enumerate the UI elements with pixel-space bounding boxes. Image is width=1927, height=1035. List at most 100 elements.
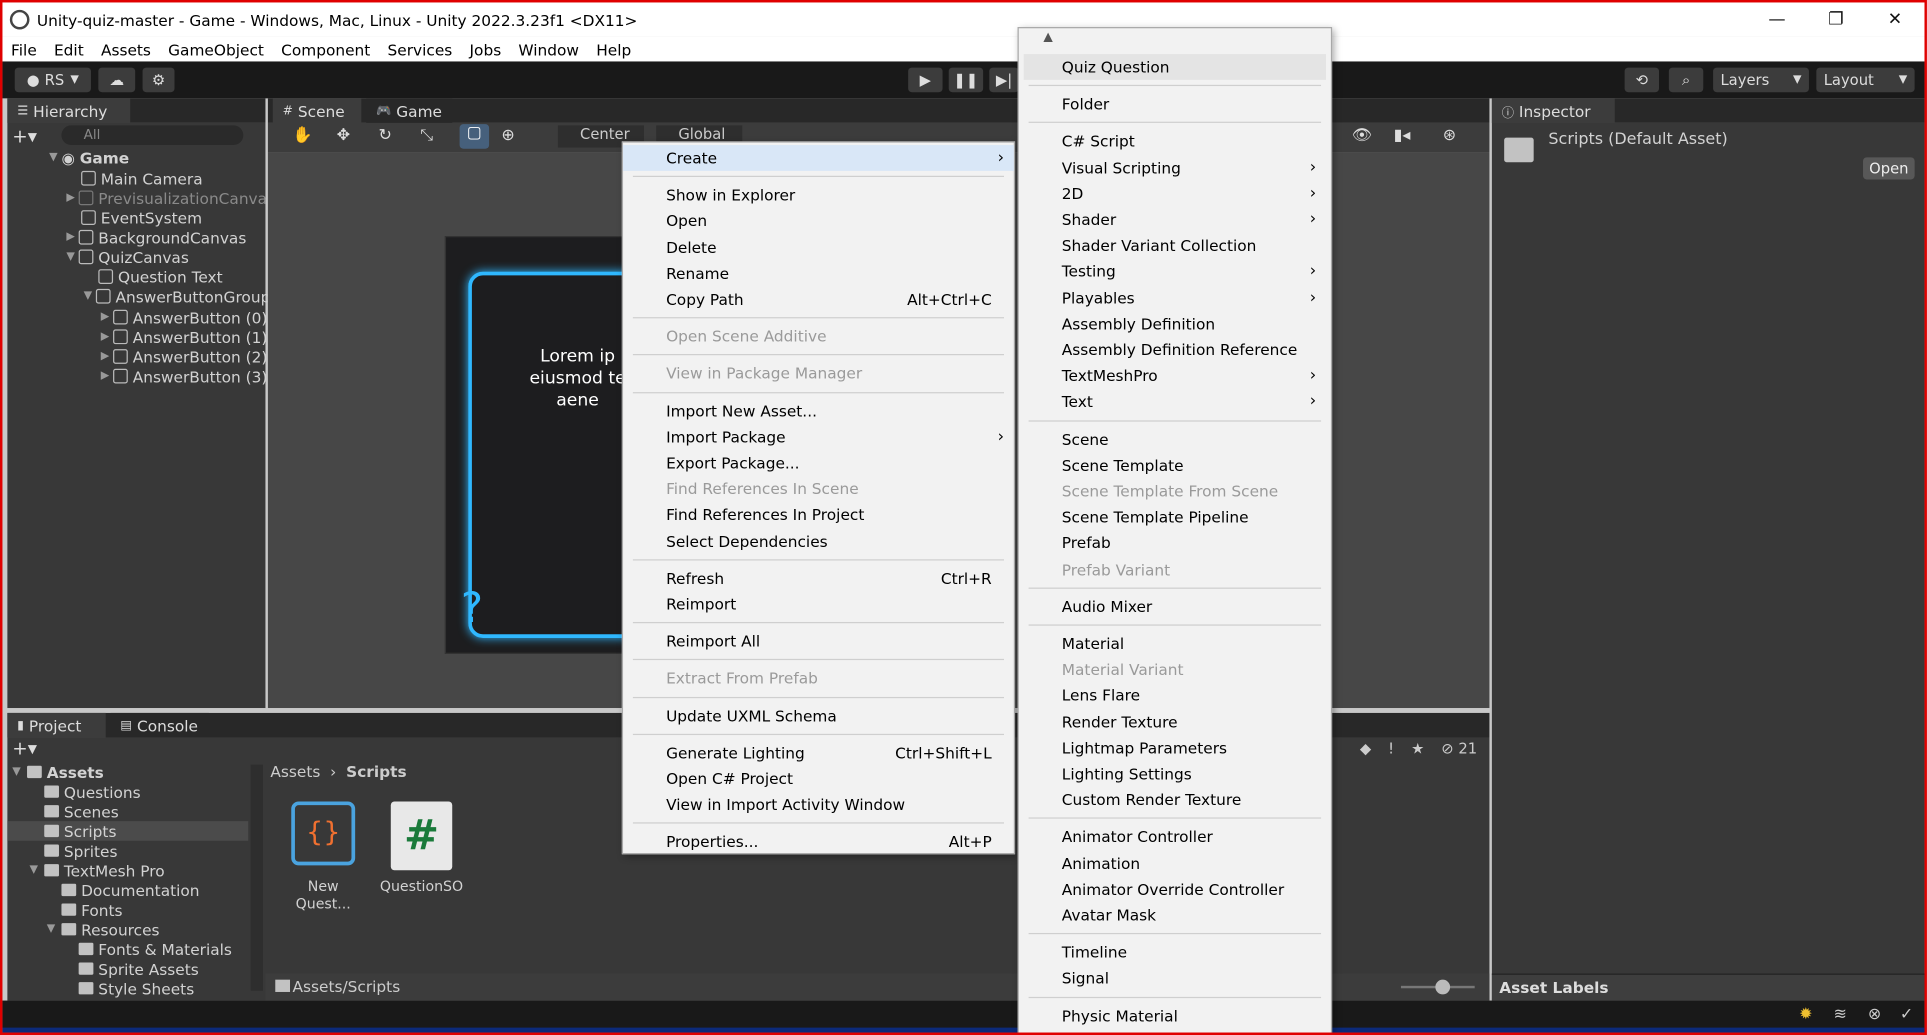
tab-inspector[interactable]: ⓘ Inspector [1491, 98, 1615, 123]
context-menu-item-show-in-explorer[interactable]: Show in Explorer [623, 182, 1014, 208]
history-icon[interactable]: ⟲ [1624, 67, 1660, 93]
project-tree-item[interactable]: ▼ Resources [47, 919, 160, 939]
create-menu-item-testing[interactable]: Testing › [1019, 259, 1331, 285]
layers-dropdown[interactable]: Layers ▼ [1713, 67, 1809, 93]
create-menu-item-scene[interactable]: Scene [1019, 426, 1331, 452]
hierarchy-item[interactable]: ▼ QuizCanvas [66, 247, 189, 267]
expand-arrow-icon[interactable]: ▼ [66, 251, 78, 263]
account-dropdown[interactable]: ● RS ▼ [14, 67, 91, 93]
create-menu-item-lighting-settings[interactable]: Lighting Settings [1019, 761, 1331, 787]
create-menu-item-scene-template-pipeline[interactable]: Scene Template Pipeline [1019, 504, 1331, 530]
camera-icon[interactable]: ▮◂ [1394, 127, 1411, 145]
create-menu-item-animator-override-controller[interactable]: Animator Override Controller [1019, 876, 1331, 902]
expand-arrow-icon[interactable]: ▶ [101, 331, 113, 343]
menu-jobs[interactable]: Jobs [461, 40, 510, 58]
hand-tool-icon[interactable]: ✋ [292, 127, 312, 145]
create-menu-item-avatar-mask[interactable]: Avatar Mask [1019, 902, 1331, 928]
play-button[interactable]: ▶ [908, 67, 943, 93]
hierarchy-item[interactable]: ▶ AnswerButton (3) [101, 366, 268, 386]
checkmark-icon[interactable]: ✓ [1900, 1005, 1913, 1023]
create-menu-item-audio-mixer[interactable]: Audio Mixer [1019, 593, 1331, 619]
collab-icon[interactable]: ⚙ [142, 67, 175, 93]
project-tree-item[interactable]: ▼ Assets [12, 762, 103, 782]
create-menu-item-render-texture[interactable]: Render Texture [1019, 709, 1331, 735]
context-menu-item-copy-path[interactable]: Copy Path Alt+Ctrl+C [623, 286, 1014, 312]
project-tree-item-selected[interactable]: Scripts [7, 821, 249, 841]
context-menu-item-open-c-project[interactable]: Open C# Project [623, 766, 1014, 792]
create-menu-item-animator-controller[interactable]: Animator Controller [1019, 824, 1331, 850]
project-tree-item[interactable]: Documentation [61, 880, 200, 900]
expand-arrow-icon[interactable]: ▶ [66, 231, 78, 243]
context-menu-item-import-package[interactable]: Import Package › [623, 424, 1014, 450]
menu-help[interactable]: Help [588, 40, 640, 58]
create-menu-item-physic-material[interactable]: Physic Material [1019, 1003, 1331, 1029]
create-menu-item-textmeshpro[interactable]: TextMeshPro › [1019, 363, 1331, 389]
create-menu-item-c-script[interactable]: C# Script [1019, 128, 1331, 154]
scale-tool-icon[interactable]: ⤡ [420, 127, 433, 145]
expand-arrow-icon[interactable]: ▼ [29, 864, 44, 876]
create-menu-item-timeline[interactable]: Timeline [1019, 939, 1331, 965]
project-tree-item[interactable]: Sprite Assets [78, 959, 199, 979]
context-menu-item-import-new-asset[interactable]: Import New Asset... [623, 398, 1014, 424]
rotate-tool-icon[interactable]: ↻ [379, 127, 392, 145]
hierarchy-search-input[interactable]: All [61, 125, 244, 146]
hierarchy-item[interactable]: EventSystem [81, 208, 202, 228]
expand-arrow-icon[interactable]: ▼ [49, 151, 61, 163]
menu-services[interactable]: Services [379, 40, 461, 58]
menu-file[interactable]: File [2, 40, 45, 58]
hierarchy-item-scene[interactable]: ▼ ◉ Game [49, 148, 129, 168]
hierarchy-item[interactable]: Main Camera [81, 168, 203, 188]
open-button[interactable]: Open [1863, 157, 1915, 180]
scroll-up-arrow-icon[interactable]: ▲ [1043, 31, 1052, 45]
hierarchy-item[interactable]: ▶ BackgroundCanvas [66, 227, 246, 247]
visibility-icon[interactable]: 👁 [1352, 127, 1372, 145]
project-tree-item[interactable]: Style Sheets [78, 978, 194, 998]
context-menu-item-export-package[interactable]: Export Package... [623, 450, 1014, 476]
move-tool-icon[interactable]: ✥ [337, 127, 350, 145]
hierarchy-item[interactable]: ▼ AnswerButtonGroup [84, 286, 271, 306]
expand-arrow-icon[interactable]: ▼ [12, 766, 27, 778]
create-menu-item-quiz-question[interactable]: Quiz Question [1023, 54, 1326, 80]
project-tree-item[interactable]: ▼ TextMesh Pro [29, 860, 164, 880]
breadcrumb-scripts[interactable]: Scripts [346, 762, 407, 780]
hierarchy-item[interactable]: ▶ PrevisualizationCanva [66, 188, 267, 208]
context-menu-item-refresh[interactable]: Refresh Ctrl+R [623, 565, 1014, 591]
hierarchy-item[interactable]: ▶ AnswerButton (2) [101, 347, 268, 367]
star-filter-icon[interactable]: ★ [1411, 740, 1424, 757]
create-menu-item-visual-scripting[interactable]: Visual Scripting › [1019, 154, 1331, 180]
create-menu-item-material[interactable]: Material [1019, 631, 1331, 657]
hidden-packages-icon[interactable]: ⊘ [1441, 740, 1453, 757]
expand-arrow-icon[interactable]: ▼ [47, 923, 62, 935]
hierarchy-item[interactable]: ▶ AnswerButton (1) [101, 327, 268, 347]
expand-arrow-icon[interactable]: ▶ [101, 370, 113, 382]
menu-component[interactable]: Component [273, 40, 379, 58]
expand-arrow-icon[interactable]: ▶ [101, 350, 113, 362]
tab-scene[interactable]: # Scene [272, 98, 362, 123]
label-filter-icon[interactable]: ◆ [1360, 740, 1371, 757]
project-tree-item[interactable]: Fonts & Materials [78, 939, 232, 959]
warning-filter-icon[interactable]: ! [1388, 740, 1394, 757]
tab-console[interactable]: ▤ Console [110, 712, 209, 738]
tab-game[interactable]: 🎮 Game [366, 98, 453, 123]
menu-assets[interactable]: Assets [92, 40, 159, 58]
expand-arrow-icon[interactable]: ▶ [101, 311, 113, 323]
create-menu-item-assembly-definition-reference[interactable]: Assembly Definition Reference [1019, 337, 1331, 363]
hierarchy-item[interactable]: ▶ AnswerButton (0) [101, 307, 268, 327]
lighting-icon[interactable]: ✹ [1799, 1005, 1812, 1023]
create-menu-item-lens-flare[interactable]: Lens Flare [1019, 683, 1331, 709]
expand-arrow-icon[interactable]: ▶ [66, 192, 78, 204]
asset-tile[interactable]: # QuestionSO [379, 801, 465, 899]
slider-handle[interactable] [1435, 979, 1451, 995]
menu-gameobject[interactable]: GameObject [160, 40, 273, 58]
layout-dropdown[interactable]: Layout ▼ [1816, 67, 1915, 93]
icon-size-slider[interactable] [1400, 979, 1475, 995]
context-menu-item-select-dependencies[interactable]: Select Dependencies [623, 528, 1014, 554]
context-menu-item-properties[interactable]: Properties... Alt+P [623, 829, 1014, 855]
context-menu-item-rename[interactable]: Rename [623, 260, 1014, 286]
rect-tool-icon[interactable]: ▢ [459, 124, 490, 149]
menu-edit[interactable]: Edit [45, 40, 92, 58]
create-menu-item-prefab[interactable]: Prefab [1019, 530, 1331, 556]
create-menu-item-assembly-definition[interactable]: Assembly Definition [1019, 311, 1331, 337]
expand-arrow-icon[interactable]: ▼ [84, 290, 96, 302]
context-menu-item-reimport[interactable]: Reimport [623, 591, 1014, 617]
